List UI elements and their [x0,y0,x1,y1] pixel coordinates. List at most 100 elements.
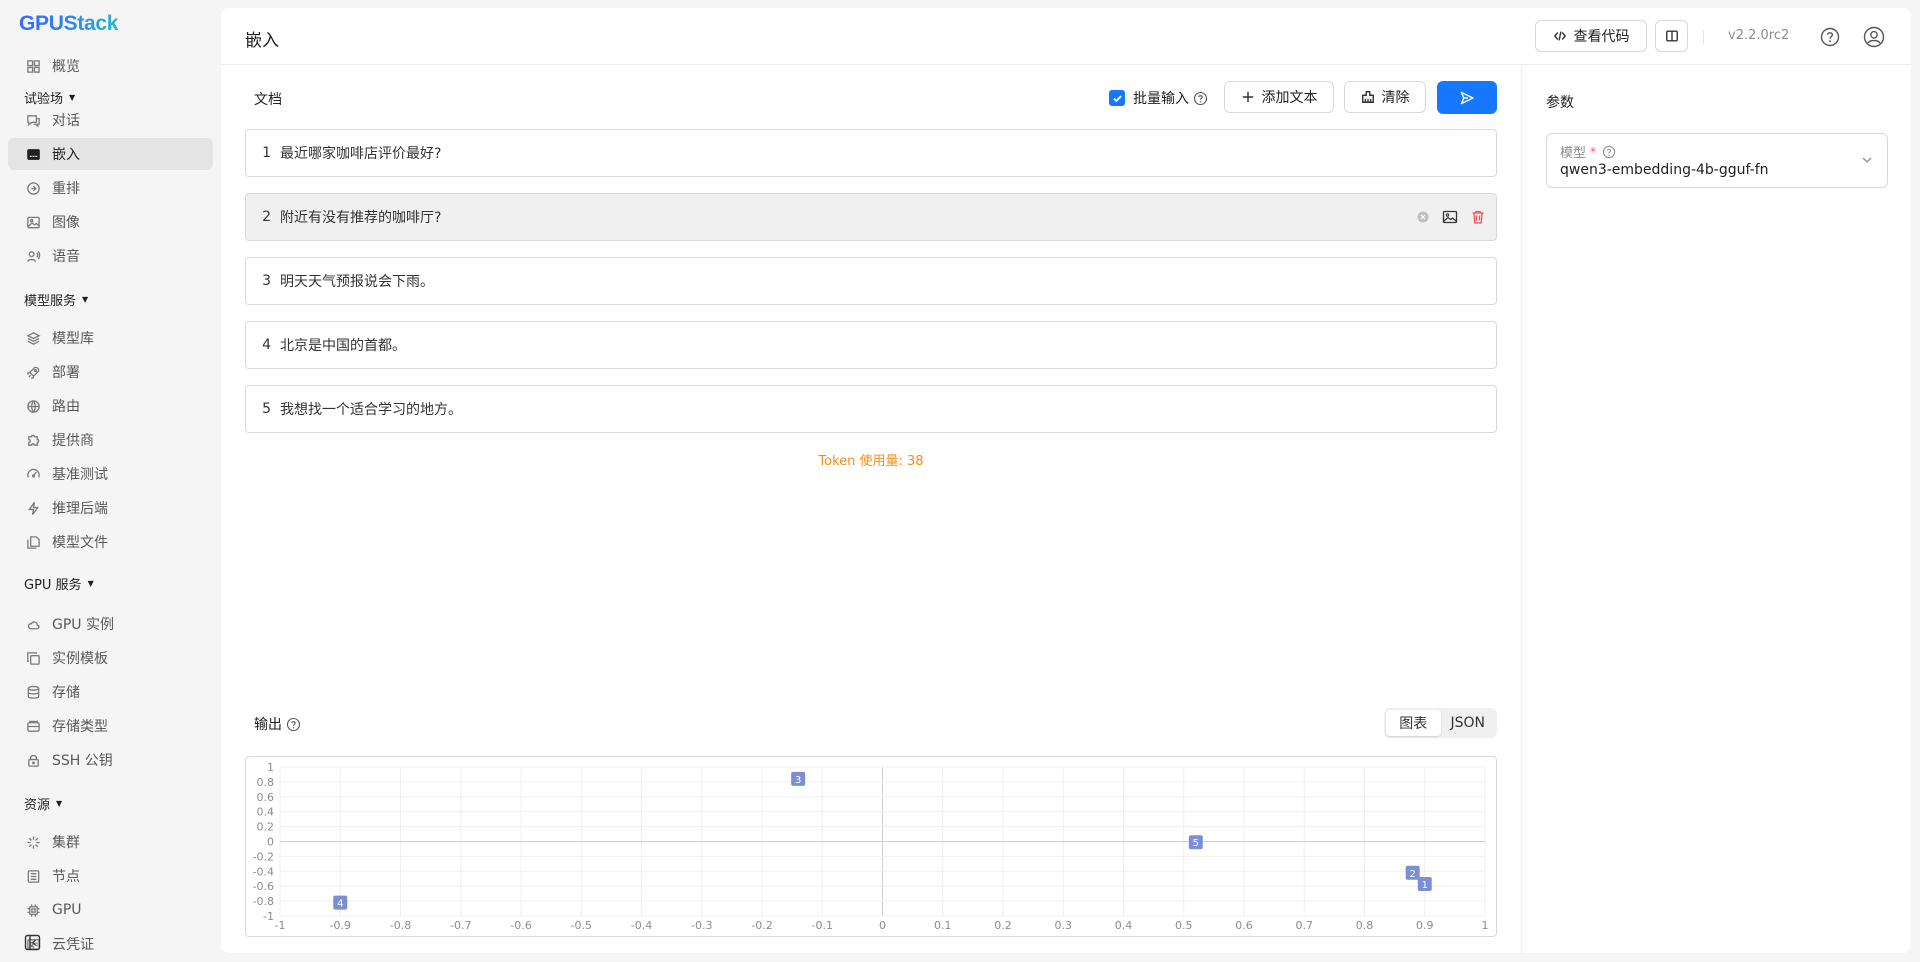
sidebar-item-7[interactable]: 模型库 [8,322,213,354]
sidebar-item-2[interactable]: 对话 [8,104,213,136]
sidebar-item-11[interactable]: 基准测试 [8,458,213,490]
layers-icon [24,329,42,347]
sidebar-item-label: 实例模板 [52,651,108,667]
image-upload-icon[interactable] [1442,209,1458,225]
tab-chart[interactable]: 图表 [1386,710,1441,736]
rerank-icon [24,179,42,197]
document-row-text[interactable]: 明天天气预报说会下雨。 [280,271,434,291]
sidebar-item-5[interactable]: 图像 [8,206,213,238]
sidebar-item-13[interactable]: 模型文件 [8,526,213,558]
scatter-point-label: 3 [795,775,801,786]
sidebar-item-19[interactable]: 集群 [8,826,213,858]
sidebar-item-label: 模型库 [52,331,94,347]
gauge-icon [24,465,42,483]
image-icon [24,213,42,231]
y-tick-label: -0.4 [253,865,274,878]
batch-input-label: 批量输入 [1133,91,1189,107]
sidebar-item-6[interactable]: 语音 [8,240,213,272]
sidebar-group-3[interactable]: GPU 服务 ▼ [24,574,94,593]
document-row-text[interactable]: 附近有没有推荐的咖啡厅? [280,207,441,227]
chat-icon [24,111,42,129]
copy-icon [24,649,42,667]
output-help-icon[interactable] [286,717,301,732]
sidebar-group-4[interactable]: 资源 ▼ [24,794,62,813]
x-tick-label: 0.9 [1416,919,1434,932]
gpustack-logo[interactable]: GPUStack [19,12,118,36]
document-row-number: 3 [262,273,271,289]
help-icon[interactable] [1819,26,1841,48]
y-tick-label: 0.8 [257,776,275,789]
scatter-point-label: 2 [1410,869,1416,880]
x-tick-label: 0.6 [1235,919,1253,932]
sidebar-item-label: 基准测试 [52,467,108,483]
rocket-icon [24,363,42,381]
sidebar-item-14[interactable]: GPU 实例 [8,608,213,640]
scatter-point-label: 1 [1422,880,1428,891]
sidebar-item-18[interactable]: SSH 公钥 [8,744,213,776]
split-panel-icon [1665,30,1678,42]
required-mark: * [1590,144,1597,159]
send-button[interactable] [1437,81,1497,114]
model-help-icon[interactable] [1602,145,1616,159]
user-avatar-icon[interactable] [1863,26,1885,48]
row-actions [1416,209,1486,225]
document-row[interactable]: 2 附近有没有推荐的咖啡厅? [245,193,1497,241]
sidebar-item-4[interactable]: 重排 [8,172,213,204]
y-tick-label: -0.2 [253,850,274,863]
delete-icon[interactable] [1470,209,1486,225]
tab-json[interactable]: JSON [1441,710,1496,736]
document-row-text[interactable]: 北京是中国的首都。 [280,335,406,355]
sidebar-item-9[interactable]: 路由 [8,390,213,422]
sidebar-item-3[interactable]: 嵌入 [8,138,213,170]
add-text-button[interactable]: 添加文本 [1224,81,1334,113]
toggle-layout-button[interactable] [1655,20,1688,52]
y-tick-label: 0.6 [257,791,275,804]
sidebar-item-20[interactable]: 节点 [8,860,213,892]
sidebar-item-15[interactable]: 实例模板 [8,642,213,674]
header-divider [1703,30,1704,44]
sidebar-group-1[interactable]: 试验场 ▼ [24,88,75,107]
sidebar-item-16[interactable]: 存储 [8,676,213,708]
add-text-label: 添加文本 [1261,90,1318,106]
document-row[interactable]: 1 最近哪家咖啡店评价最好? [245,129,1497,177]
plus-icon [1242,91,1253,103]
model-value: qwen3-embedding-4b-gguf-fn [1560,162,1769,178]
sidebar-item-label: 推理后端 [52,501,108,517]
clear-button[interactable]: 清除 [1344,81,1426,113]
sidebar-item-label: 语音 [52,249,80,265]
sidebar-item-label: 嵌入 [52,147,80,163]
document-row[interactable]: 4 北京是中国的首都。 [245,321,1497,369]
files-icon [24,533,42,551]
model-label: 模型 [1560,146,1587,161]
document-row-text[interactable]: 我想找一个适合学习的地方。 [280,399,462,419]
collapse-sidebar-icon[interactable] [24,934,41,951]
document-row[interactable]: 5 我想找一个适合学习的地方。 [245,385,1497,433]
y-tick-label: -0.8 [253,895,274,908]
sidebar-item-21[interactable]: GPU [8,894,213,926]
x-tick-label: 0 [879,919,886,932]
bolt-icon [24,499,42,517]
document-row-text[interactable]: 最近哪家咖啡店评价最好? [280,143,441,163]
sidebar-item-label: GPU 实例 [52,617,114,633]
y-tick-label: -0.6 [253,880,274,893]
checkbox-checked-icon[interactable] [1109,90,1125,106]
document-row[interactable]: 3 明天天气预报说会下雨。 [245,257,1497,305]
y-tick-label: 0.2 [257,821,275,834]
sidebar-item-17[interactable]: 存储类型 [8,710,213,742]
sidebar-item-10[interactable]: 提供商 [8,424,213,456]
sidebar-group-2[interactable]: 模型服务 ▼ [24,290,88,309]
x-tick-label: 1 [1482,919,1489,932]
model-select[interactable]: 模型 * qwen3-embedding-4b-gguf-fn [1546,133,1888,188]
batch-input-checkbox[interactable]: 批量输入 [1109,88,1208,108]
clear-input-icon[interactable] [1416,210,1430,224]
sidebar-item-label: 图像 [52,215,80,231]
sidebar-item-label: 模型文件 [52,535,108,551]
sidebar-item-12[interactable]: 推理后端 [8,492,213,524]
main-panel: 嵌入 查看代码 v2.2.0rc2 文档 批量输入 添加文本 清除 1 最近哪家… [221,8,1911,953]
sidebar-item-1[interactable]: 概览 [8,50,213,82]
batch-input-help-icon[interactable] [1193,91,1208,106]
scatter-point-label: 4 [337,899,343,910]
sidebar-item-8[interactable]: 部署 [8,356,213,388]
view-code-button[interactable]: 查看代码 [1535,20,1647,52]
embedding-scatter-chart: -1 -0.9 -0.8 -0.7 -0.6 -0.5 -0.4 -0.3 -0.2 -0.1 0 0… [245,756,1497,937]
